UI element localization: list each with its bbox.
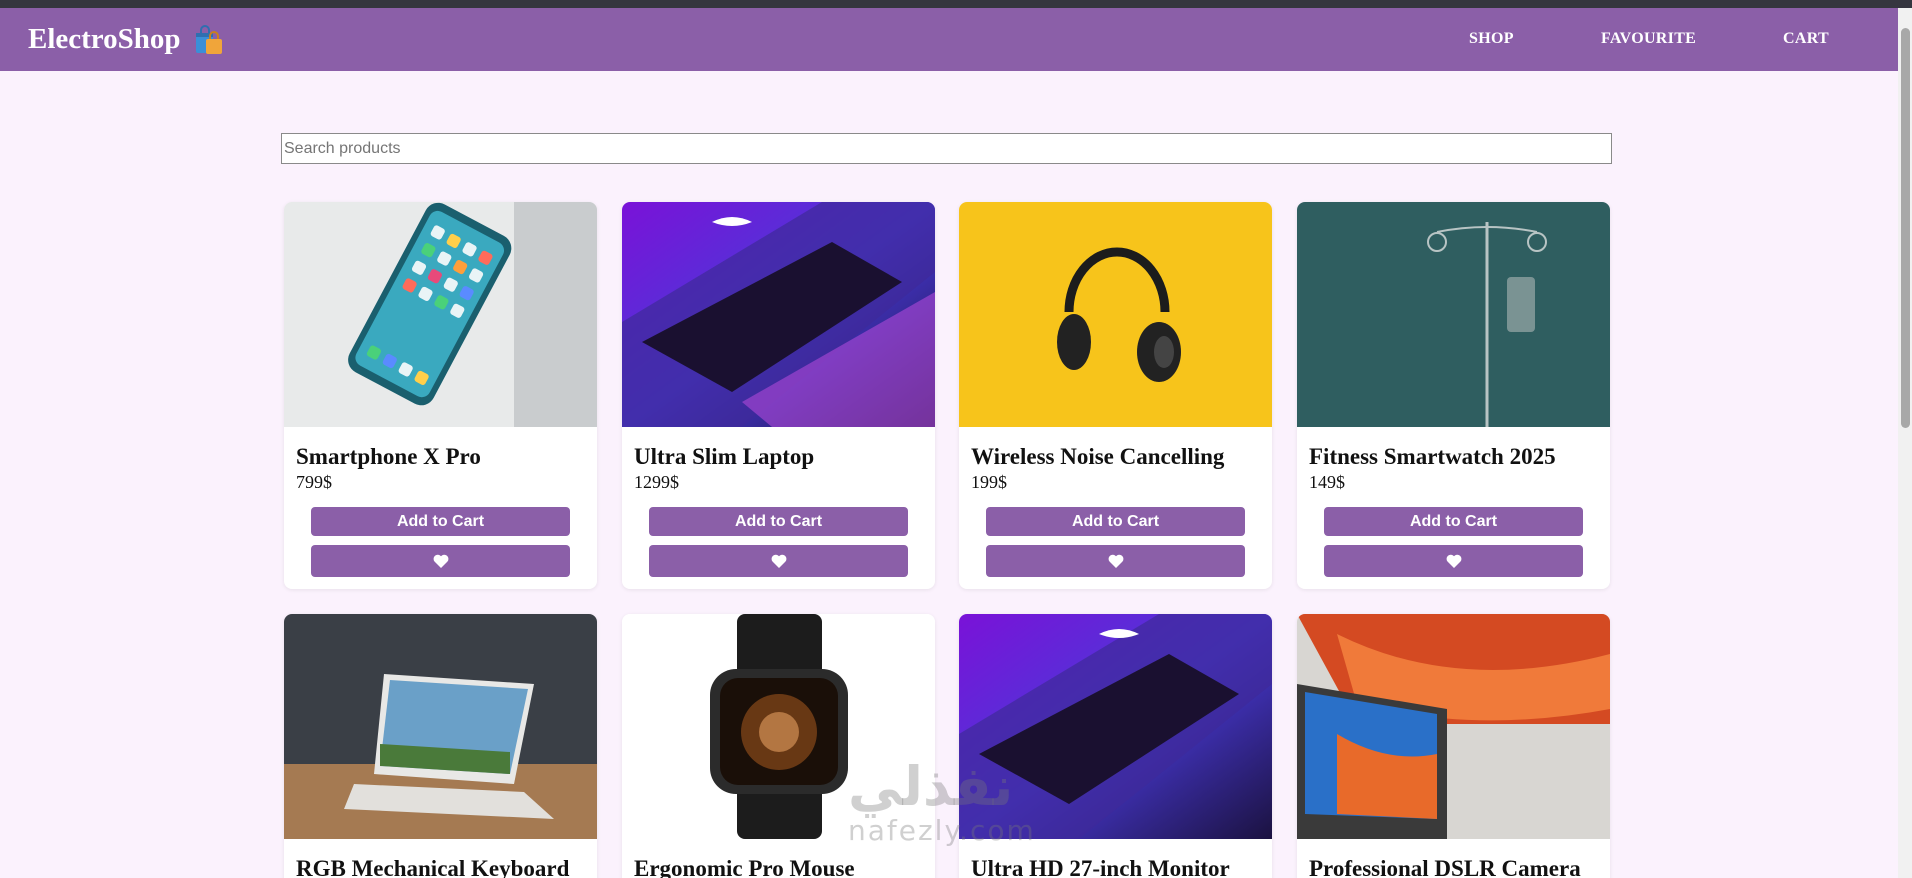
heart-icon	[771, 554, 786, 568]
scrollbar-thumb[interactable]	[1901, 28, 1910, 428]
smartphone-image	[284, 202, 597, 427]
product-card: Wireless Noise Cancelling 199$ Add to Ca…	[959, 202, 1272, 589]
iv-stand-image	[1297, 202, 1610, 427]
product-name: Professional DSLR Camera	[1309, 856, 1581, 878]
laptop-desk-image	[284, 614, 597, 839]
browser-top-strip	[0, 0, 1912, 8]
nav-shop-link[interactable]: SHOP	[1469, 30, 1514, 48]
product-card: Smartphone X Pro 799$ Add to Cart	[284, 202, 597, 589]
product-card: Ultra HD 27-inch Monitor	[959, 614, 1272, 878]
heart-icon	[433, 554, 448, 568]
product-card: Ergonomic Pro Mouse	[622, 614, 935, 878]
shopping-bags-icon	[195, 24, 222, 54]
product-name: Fitness Smartwatch 2025	[1309, 444, 1556, 469]
brand-logo[interactable]: ElectroShop	[28, 23, 225, 56]
product-price: 199$	[971, 472, 1007, 492]
product-name: Ergonomic Pro Mouse	[634, 856, 855, 878]
navbar: ElectroShop SHOP FAVOURITE CART	[0, 8, 1898, 71]
favourite-button[interactable]	[1324, 545, 1583, 577]
brand-name: ElectroShop	[28, 23, 181, 55]
page-scrollbar[interactable]	[1898, 8, 1912, 878]
laptop-image	[959, 614, 1272, 839]
add-to-cart-button[interactable]: Add to Cart	[311, 507, 570, 536]
smartwatch-image	[622, 614, 935, 839]
product-card: Ultra Slim Laptop 1299$ Add to Cart	[622, 202, 935, 589]
product-card: Fitness Smartwatch 2025 149$ Add to Cart	[1297, 202, 1610, 589]
product-price: 799$	[296, 472, 332, 492]
heart-icon	[1446, 554, 1461, 568]
product-price: 1299$	[634, 472, 679, 492]
headphones-image	[959, 202, 1272, 427]
favourite-button[interactable]	[986, 545, 1245, 577]
product-name: Ultra Slim Laptop	[634, 444, 815, 469]
laptop-image	[622, 202, 935, 427]
product-price: 149$	[1309, 472, 1345, 492]
nav-favourite-link[interactable]: FAVOURITE	[1601, 30, 1696, 48]
monitor-desk-image	[1297, 614, 1610, 839]
add-to-cart-button[interactable]: Add to Cart	[649, 507, 908, 536]
favourite-button[interactable]	[311, 545, 570, 577]
nav-cart-link[interactable]: CART	[1783, 30, 1829, 48]
favourite-button[interactable]	[649, 545, 908, 577]
product-card: Professional DSLR Camera	[1297, 614, 1610, 878]
add-to-cart-button[interactable]: Add to Cart	[986, 507, 1245, 536]
product-card: RGB Mechanical Keyboard	[284, 614, 597, 878]
product-name: Smartphone X Pro	[296, 444, 481, 469]
product-name: RGB Mechanical Keyboard	[296, 856, 570, 878]
add-to-cart-button[interactable]: Add to Cart	[1324, 507, 1583, 536]
search-input[interactable]	[281, 133, 1612, 164]
heart-icon	[1108, 554, 1123, 568]
product-name: Ultra HD 27-inch Monitor	[971, 856, 1230, 878]
product-name: Wireless Noise Cancelling	[971, 444, 1225, 469]
